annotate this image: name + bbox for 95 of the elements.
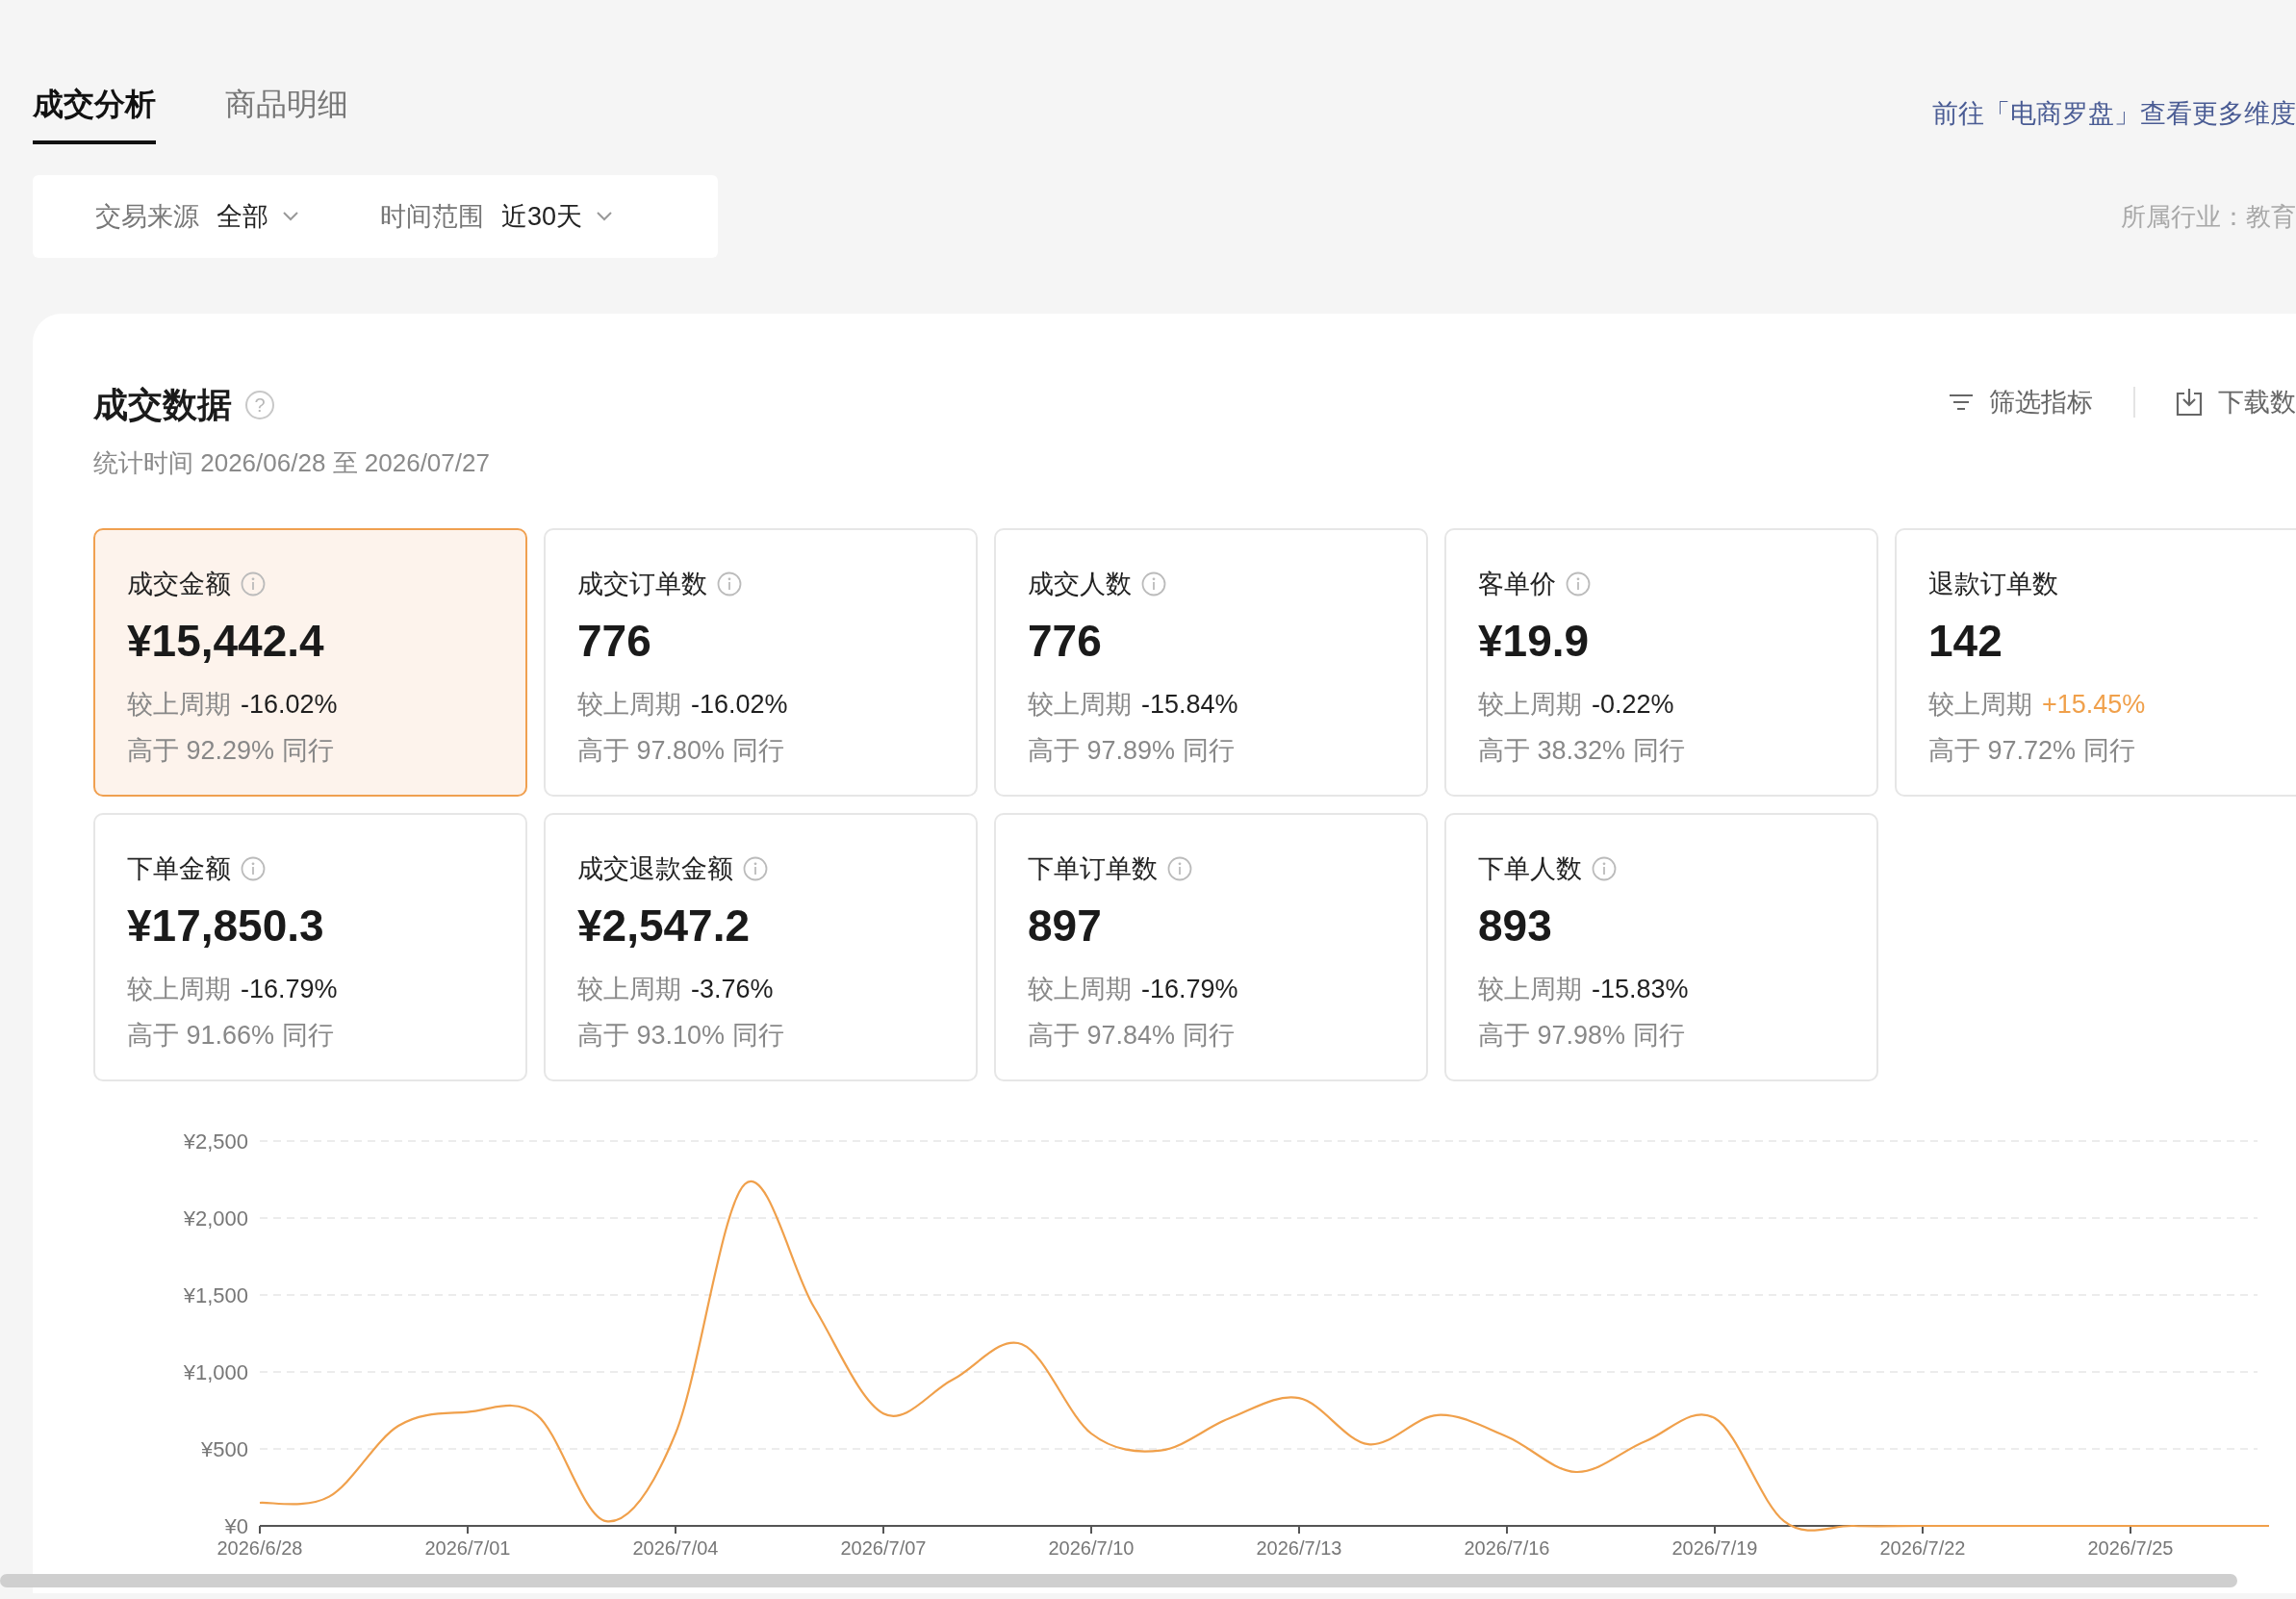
axis-label: 2026/7/16	[1464, 1537, 1550, 1559]
comparison-label: 较上周期	[127, 688, 231, 721]
axis-label: 2026/7/19	[1671, 1537, 1758, 1559]
axis-label: ¥0	[224, 1514, 248, 1538]
metric-label: 成交订单数	[577, 569, 707, 600]
change-value: -16.02%	[241, 688, 338, 721]
info-icon[interactable]	[1167, 856, 1192, 882]
peer-rank-text: 高于 97.89% 同行	[1028, 735, 1235, 767]
period-text: 统计时间 2026/06/28 至 2026/07/27	[93, 447, 490, 479]
metric-value: 893	[1478, 899, 1552, 952]
metric-label: 下单金额	[127, 853, 231, 885]
info-icon[interactable]	[1141, 571, 1166, 597]
metric-label: 下单人数	[1478, 853, 1582, 885]
metric-card[interactable]: 下单订单数 897 较上周期 -16.79% 高于 97.84% 同行	[994, 813, 1428, 1081]
peer-rank-text: 高于 38.32% 同行	[1478, 735, 1685, 767]
filter-icon	[1949, 393, 1974, 412]
peer-rank-text: 高于 97.80% 同行	[577, 735, 784, 767]
filter-dropdown[interactable]: 近30天	[501, 196, 614, 237]
info-icon[interactable]	[717, 571, 742, 597]
metric-label: 下单订单数	[1028, 853, 1158, 885]
change-value: -3.76%	[691, 973, 774, 1005]
metric-value: 776	[577, 614, 651, 668]
axis-label: 2026/7/25	[2087, 1537, 2174, 1559]
panel-title: 成交数据	[93, 384, 232, 426]
scrollbar[interactable]	[0, 1574, 2237, 1587]
metric-value: 776	[1028, 614, 1102, 668]
chevron-down-icon	[282, 211, 299, 222]
download-button[interactable]: 下载数	[2176, 382, 2296, 422]
metric-card[interactable]: 客单价 ¥19.9 较上周期 -0.22% 高于 38.32% 同行	[1444, 528, 1878, 797]
axis-label: 2026/7/13	[1256, 1537, 1342, 1559]
comparison-label: 较上周期	[1478, 973, 1582, 1005]
metric-value: 897	[1028, 899, 1102, 952]
metric-card[interactable]: 成交退款金额 ¥2,547.2 较上周期 -3.76% 高于 93.10% 同行	[544, 813, 978, 1081]
filter-label: 交易来源	[95, 200, 199, 233]
comparison-label: 较上周期	[127, 973, 231, 1005]
axis-label: 2026/6/28	[217, 1537, 303, 1559]
metric-value: ¥19.9	[1478, 614, 1590, 668]
change-value: +15.45%	[2042, 688, 2146, 721]
comparison-label: 较上周期	[1928, 688, 2032, 721]
metric-card[interactable]: 成交订单数 776 较上周期 -16.02% 高于 97.80% 同行	[544, 528, 978, 797]
peer-rank-text: 高于 92.29% 同行	[127, 735, 334, 767]
filter-label: 时间范围	[380, 200, 484, 233]
metric-label: 成交退款金额	[577, 853, 733, 885]
info-icon[interactable]	[743, 856, 768, 882]
comparison-label: 较上周期	[577, 688, 681, 721]
change-value: -15.84%	[1141, 688, 1238, 721]
info-icon[interactable]	[1566, 571, 1591, 597]
metric-label: 成交金额	[127, 569, 231, 600]
tab[interactable]: 商品明细	[225, 81, 348, 144]
filter-metrics-button[interactable]: 筛选指标	[1949, 382, 2093, 422]
axis-label: ¥1,500	[183, 1283, 248, 1307]
comparison-label: 较上周期	[1478, 688, 1582, 721]
metric-value: ¥15,442.4	[127, 614, 324, 668]
tab[interactable]: 成交分析	[33, 81, 156, 144]
metric-value: ¥2,547.2	[577, 899, 751, 952]
metric-card[interactable]: 下单人数 893 较上周期 -15.83% 高于 97.98% 同行	[1444, 813, 1878, 1081]
axis-label: 2026/7/07	[840, 1537, 927, 1559]
chevron-down-icon	[596, 211, 614, 222]
axis-label: ¥2,000	[183, 1206, 248, 1231]
metric-card[interactable]: 退款订单数 142 较上周期 +15.45% 高于 97.72% 同行	[1895, 528, 2296, 797]
comparison-label: 较上周期	[1028, 973, 1132, 1005]
metric-value: ¥17,850.3	[127, 899, 324, 952]
change-value: -16.02%	[691, 688, 788, 721]
peer-rank-text: 高于 91.66% 同行	[127, 1020, 334, 1052]
change-value: -0.22%	[1592, 688, 1674, 721]
comparison-label: 较上周期	[577, 973, 681, 1005]
metric-card[interactable]: 成交金额 ¥15,442.4 较上周期 -16.02% 高于 92.29% 同行	[93, 528, 527, 797]
axis-label: 2026/7/10	[1048, 1537, 1135, 1559]
axis-label: 2026/7/01	[424, 1537, 511, 1559]
peer-rank-text: 高于 93.10% 同行	[577, 1020, 784, 1052]
comparison-label: 较上周期	[1028, 688, 1132, 721]
metric-label: 客单价	[1478, 569, 1556, 600]
industry-text: 所属行业：教育	[2121, 200, 2296, 233]
change-value: -16.79%	[1141, 973, 1238, 1005]
axis-label: ¥1,000	[183, 1360, 248, 1384]
info-icon[interactable]	[1592, 856, 1617, 882]
peer-rank-text: 高于 97.84% 同行	[1028, 1020, 1235, 1052]
metric-value: 142	[1928, 614, 2003, 668]
filter-dropdown[interactable]: 全部	[217, 196, 299, 237]
peer-rank-text: 高于 97.72% 同行	[1928, 735, 2135, 767]
download-icon	[2176, 388, 2203, 417]
metric-label: 成交人数	[1028, 569, 1132, 600]
compass-link[interactable]: 前往「电商罗盘」查看更多维度	[1932, 94, 2296, 134]
axis-label: 2026/7/04	[632, 1537, 719, 1559]
axis-label: ¥2,500	[183, 1129, 248, 1154]
metric-card[interactable]: 下单金额 ¥17,850.3 较上周期 -16.79% 高于 91.66% 同行	[93, 813, 527, 1081]
metric-card[interactable]: 成交人数 776 较上周期 -15.84% 高于 97.89% 同行	[994, 528, 1428, 797]
peer-rank-text: 高于 97.98% 同行	[1478, 1020, 1685, 1052]
axis-label: 2026/7/22	[1879, 1537, 1966, 1559]
change-value: -15.83%	[1592, 973, 1689, 1005]
metric-label: 退款订单数	[1928, 569, 2058, 600]
change-value: -16.79%	[241, 973, 338, 1005]
info-icon[interactable]	[241, 571, 266, 597]
axis-label: ¥500	[201, 1437, 248, 1461]
info-icon[interactable]	[241, 856, 266, 882]
